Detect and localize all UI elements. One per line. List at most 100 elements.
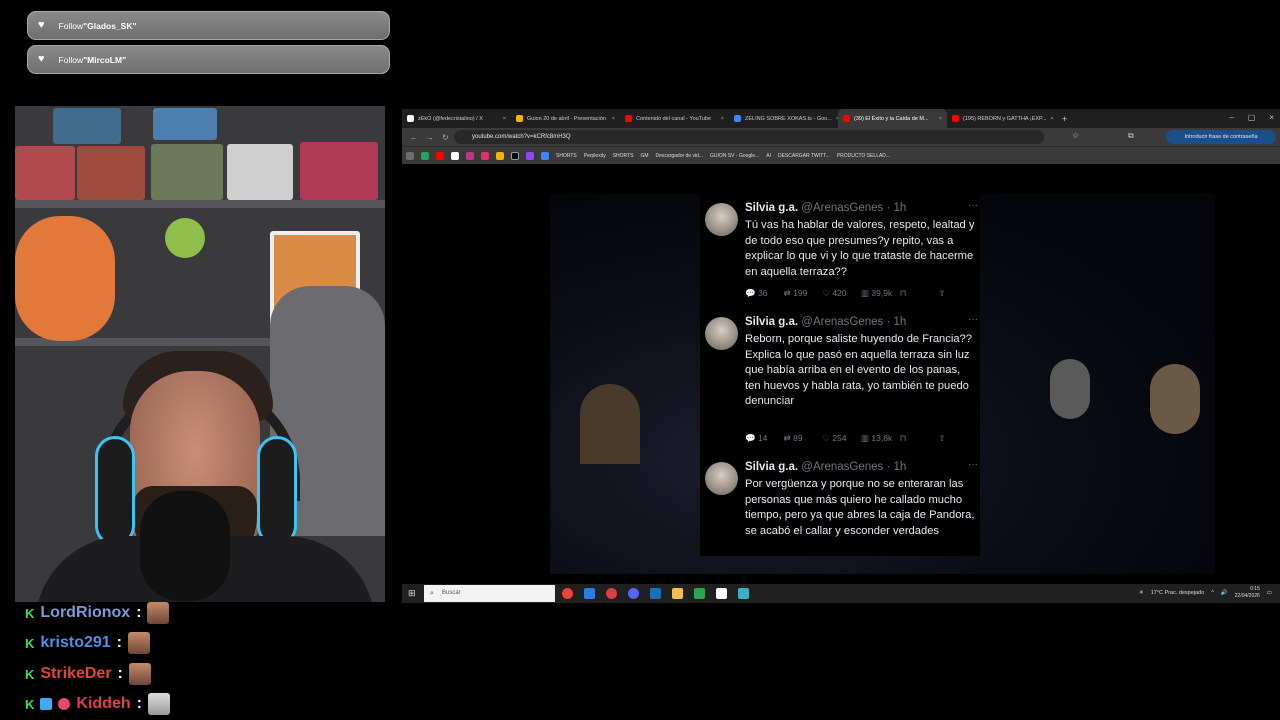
tab-label: (39) El Éxito y la Caída de M...	[854, 115, 929, 122]
weather-icon: ☀	[1138, 590, 1144, 596]
tab-label: ZELING SOBRE XOKAS.ts - Goo...	[745, 115, 832, 122]
app-icon[interactable]	[584, 588, 595, 599]
weather-text[interactable]: 17°C Prac. despejado	[1151, 590, 1205, 596]
collectible-box	[77, 146, 145, 200]
avatar[interactable]	[705, 317, 738, 350]
tweet-thread: Silvia g.a. @ArenasGenes · 1h ··· Tú vas…	[700, 194, 980, 556]
bookmark-icon[interactable]	[511, 151, 519, 160]
video-player[interactable]: Silvia g.a. @ArenasGenes · 1h ··· Tú vas…	[402, 164, 1280, 584]
like-count[interactable]: ♡ 420	[822, 288, 861, 299]
back-icon[interactable]: ←	[410, 133, 418, 142]
browser-tab-active[interactable]: (39) El Éxito y la Caída de M... ×	[838, 109, 947, 128]
chevron-up-icon[interactable]: ^	[1211, 590, 1214, 596]
bookmark-icon[interactable]	[421, 151, 429, 160]
close-tab-icon[interactable]: ×	[721, 116, 724, 122]
browser-tab[interactable]: (195) REBORN y GATTHA ¡EXP... ×	[947, 109, 1056, 128]
view-count[interactable]: ▥ 39,9k	[861, 288, 900, 299]
reload-icon[interactable]: ↻	[442, 133, 449, 142]
close-tab-icon[interactable]: ×	[612, 116, 615, 122]
notion-icon[interactable]	[716, 588, 727, 599]
avatar[interactable]	[705, 462, 738, 495]
close-tab-icon[interactable]: ×	[503, 116, 506, 122]
chat-username: Kiddeh	[76, 695, 131, 712]
emote-icon	[127, 632, 150, 654]
bookmark-link[interactable]: AI	[766, 153, 771, 159]
app-icon[interactable]	[694, 588, 705, 599]
bookmark-icon[interactable]	[541, 151, 549, 160]
bookmark-link[interactable]: DESCARGAR TWITT...	[778, 153, 830, 159]
clock[interactable]: 0:15 22/04/2026	[1235, 586, 1260, 600]
close-tab-icon[interactable]: ×	[1051, 116, 1054, 122]
webcam-feed	[15, 106, 385, 602]
bookmark-link[interactable]: SHORTS	[613, 153, 634, 159]
more-options-icon[interactable]: ···	[968, 200, 978, 211]
tweet-body: Por vergüenza y porque no se enteraran l…	[745, 478, 975, 537]
folder-icon[interactable]	[672, 588, 683, 599]
chat-badge-icon: K	[25, 696, 35, 712]
app-icon[interactable]	[606, 588, 617, 599]
emote-badge-icon	[58, 698, 71, 710]
more-options-icon[interactable]: ···	[968, 459, 978, 470]
discord-icon[interactable]	[628, 588, 639, 599]
steam-icon[interactable]	[650, 588, 661, 599]
bookmark-icon[interactable]: ⊓	[900, 433, 939, 444]
bookmark-icon[interactable]	[526, 151, 534, 160]
more-options-icon[interactable]: ···	[968, 314, 978, 325]
bookmark-icon[interactable]	[451, 151, 459, 160]
bookmark-icon[interactable]	[481, 151, 489, 160]
stream-layout: ♥ Follow "Glados_SK" ♥ Follow "MircoLM" …	[0, 0, 1280, 720]
bookmark-star-icon[interactable]: ☆	[1072, 131, 1079, 140]
maximize-icon[interactable]: ▢	[1248, 113, 1256, 122]
bookmark-link[interactable]: GM	[640, 153, 648, 159]
bookmark-link[interactable]: SHORTS	[556, 153, 577, 159]
reply-count[interactable]: 💬 36	[745, 288, 784, 299]
new-tab-button[interactable]: +	[1062, 114, 1067, 124]
browser-tab[interactable]: zEkO (@fedecristalino) / X ×	[402, 109, 511, 128]
share-icon[interactable]: ⇧	[938, 433, 977, 444]
reply-count[interactable]: 💬 14	[745, 433, 784, 444]
bookmark-link[interactable]: Descargador de vid...	[656, 153, 704, 159]
chrome-icon[interactable]	[562, 588, 573, 599]
follow-alert-prefix: Follow	[58, 20, 84, 31]
retweet-count[interactable]: ⇄ 199	[784, 288, 823, 299]
tweet-author: Silvia g.a. @ArenasGenes · 1h	[745, 316, 907, 328]
emote-icon	[147, 602, 170, 624]
like-count[interactable]: ♡ 254	[822, 433, 861, 444]
chat-username: StrikeDer	[40, 665, 112, 682]
bookmark-icon[interactable]	[466, 151, 474, 160]
browser-tab[interactable]: Guion 20 de abril - Presentación ×	[511, 109, 620, 128]
close-window-icon[interactable]: ×	[1269, 113, 1274, 122]
minimize-icon[interactable]: –	[1229, 113, 1233, 122]
volume-icon[interactable]: 🔊	[1221, 590, 1228, 596]
forward-icon[interactable]: →	[426, 133, 434, 142]
share-icon[interactable]: ⇧	[938, 288, 977, 299]
bookmark-icon[interactable]	[496, 151, 504, 160]
bookmark-link[interactable]: Perplexity	[584, 153, 606, 159]
bookmark-link[interactable]: GUION SV - Google...	[710, 153, 759, 159]
plush-toy	[165, 218, 205, 258]
follow-alert-user: "Glados_SK"	[83, 20, 137, 31]
retweet-count[interactable]: ⇄ 89	[784, 433, 823, 444]
windows-start-icon[interactable]: ⊞	[408, 588, 416, 599]
notification-icon[interactable]: ▭	[1267, 590, 1272, 596]
chat-badge-icon: K	[25, 635, 35, 651]
password-prompt-button[interactable]: Introducir frase de contraseña	[1166, 130, 1276, 144]
audience-person	[1150, 364, 1200, 434]
tweet-handle: @ArenasGenes · 1h	[801, 461, 907, 473]
bookmark-link[interactable]: PRODUCTO SELLAD...	[837, 153, 890, 159]
view-count[interactable]: ▥ 13,8k	[861, 433, 900, 444]
bookmark-icon[interactable]	[436, 151, 444, 160]
chat-separator: :	[117, 665, 123, 682]
taskbar-search-input[interactable]: ⌕ Buscar	[424, 585, 555, 602]
avatar[interactable]	[705, 203, 738, 236]
extensions-icon[interactable]: ⧉	[1128, 131, 1134, 141]
browser-tab[interactable]: Contenido del canal - YouTube ×	[620, 109, 729, 128]
apps-icon[interactable]	[406, 151, 414, 160]
follow-alert: ♥ Follow "MircoLM"	[27, 45, 390, 74]
collectible-box	[153, 108, 217, 140]
browser-tab[interactable]: ZELING SOBRE XOKAS.ts - Goo... ×	[729, 109, 838, 128]
close-tab-icon[interactable]: ×	[939, 116, 942, 122]
bookmark-icon[interactable]: ⊓	[900, 288, 939, 299]
app-icon[interactable]	[738, 588, 749, 599]
url-field[interactable]: youtube.com/watch?v=kCRfc8mH3Q	[454, 130, 1044, 144]
